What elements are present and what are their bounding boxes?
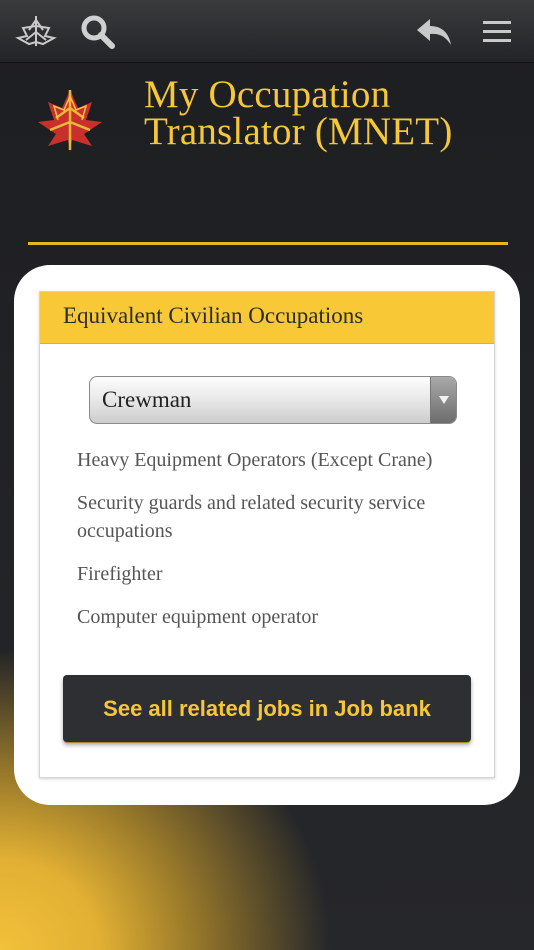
panel-heading: Equivalent Civilian Occupations — [40, 292, 494, 344]
maple-leaf-emblem-icon — [34, 88, 108, 154]
maple-leaf-logo-icon[interactable] — [14, 10, 58, 54]
job-bank-button[interactable]: See all related jobs in Job bank — [63, 675, 471, 742]
dropdown-arrow-icon[interactable] — [430, 377, 456, 423]
civilian-occupations-panel: Equivalent Civilian Occupations Crewman … — [39, 291, 495, 778]
trade-select-dropdown[interactable]: Crewman — [89, 376, 457, 424]
trade-select-value: Crewman — [102, 387, 192, 412]
page-title: My Occupation Translator (MNET) — [144, 73, 524, 153]
top-navigation-bar — [0, 0, 534, 63]
list-item[interactable]: Firefighter — [77, 560, 457, 588]
reply-back-icon[interactable] — [412, 10, 456, 54]
header-divider — [28, 242, 508, 245]
page-title-line-1: My Occupation — [144, 73, 391, 116]
list-item[interactable]: Computer equipment operator — [77, 603, 457, 631]
occupation-list: Heavy Equipment Operators (Except Crane)… — [77, 446, 457, 646]
list-item[interactable]: Heavy Equipment Operators (Except Crane) — [77, 446, 457, 474]
list-item[interactable]: Security guards and related security ser… — [77, 489, 457, 545]
hamburger-menu-icon[interactable] — [475, 10, 519, 54]
page-title-line-2: Translator (MNET) — [144, 110, 453, 153]
search-icon[interactable] — [76, 10, 120, 54]
